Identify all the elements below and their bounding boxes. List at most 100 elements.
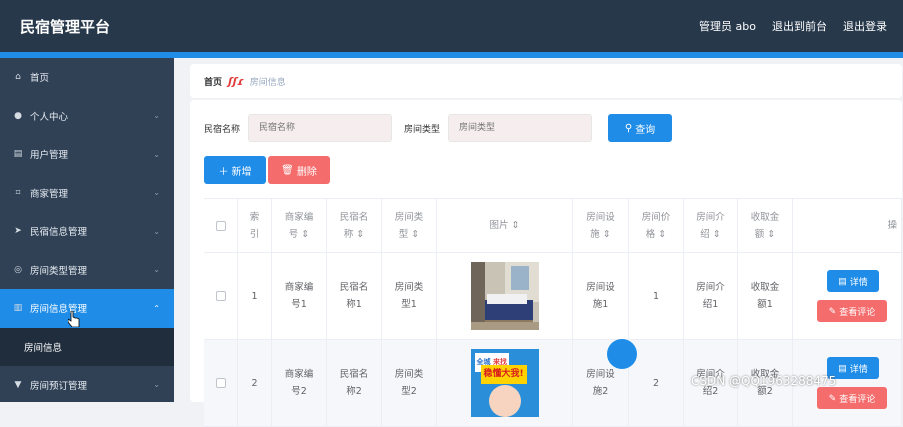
homestay-name-input[interactable]: [248, 114, 393, 142]
sidebar-item-label: 商家管理: [30, 188, 69, 200]
column-header-operation: 操: [793, 199, 902, 252]
select-all-checkbox[interactable]: [215, 220, 226, 231]
action-bar: ＋ 新增 🗑 删除: [204, 156, 332, 184]
breadcrumb-separator: ʃʃɾ: [228, 74, 244, 88]
sidebar-item-label: 个人中心: [30, 111, 69, 123]
view-reviews-button-label: 查看评论: [839, 393, 876, 404]
chevron-down-icon: ⌄: [153, 265, 160, 275]
chart-icon: ▥: [13, 303, 23, 314]
row-image-cell: 全城 来找 稳懂大我!: [437, 340, 573, 426]
admin-user-label: 管理员 abo: [699, 20, 756, 33]
document-icon: ▤: [838, 275, 847, 286]
poster-figure: [488, 385, 521, 417]
delete-button[interactable]: 🗑 删除: [268, 156, 330, 184]
column-header-index[interactable]: 索 引: [238, 199, 272, 252]
search-button[interactable]: ⚲ 查询: [608, 114, 673, 142]
search-button-label: 查询: [635, 124, 656, 136]
row-merchant-no: 商家编 号1: [272, 253, 327, 339]
add-button-label: 新增: [231, 166, 252, 178]
column-header-image[interactable]: 图片 ⇕: [437, 199, 573, 252]
detail-button-label: 详情: [849, 276, 868, 287]
sidebar-item-room-info-management[interactable]: ▥ 房间信息管理 ⌃: [0, 289, 174, 328]
home-icon: ⌂: [15, 72, 21, 83]
poster-text-3: 稳: [483, 369, 493, 379]
breadcrumb-current: 房间信息: [249, 77, 286, 88]
chevron-up-icon: ⌃: [153, 303, 160, 313]
table-row[interactable]: 1 商家编 号1 民宿名 称1 房间类 型1 房间设 施1 1 房间介 绍1 收…: [204, 253, 902, 340]
view-reviews-button[interactable]: ✎ 查看评论: [817, 300, 887, 322]
row-image-cell: [437, 253, 573, 339]
chevron-down-icon: ⌄: [153, 380, 160, 390]
poster-headline: 稳懂大我!: [480, 365, 527, 384]
top-header: 民宿管理平台 管理员 abo 退出到前台 退出登录: [0, 0, 903, 52]
column-header-facility[interactable]: 房间设 施 ⇕: [573, 199, 629, 252]
table-header-row: 索 引 商家编 号 ⇕ 民宿名 称 ⇕ 房间类 型 ⇕ 图片 ⇕ 房间设 施 ⇕…: [204, 199, 902, 253]
row-merchant-no: 商家编 号2: [272, 340, 327, 426]
breadcrumb: 首页 ʃʃɾ 房间信息: [190, 64, 902, 98]
row-select-cell: [204, 340, 238, 426]
edit-icon: ✎: [828, 305, 837, 316]
search-bar: 民宿名称 房间类型 ⚲ 查询: [204, 114, 673, 142]
mouse-cursor-icon: [68, 311, 80, 327]
delete-button-label: 删除: [296, 166, 317, 178]
plus-icon: ＋: [218, 166, 229, 178]
row-room-type: 房间类 型2: [382, 340, 437, 426]
content-panel: 民宿名称 房间类型 ⚲ 查询 ＋ 新增 🗑 删除 索 引 商家编 号: [190, 100, 902, 427]
row-amount: 收取金 额1: [738, 253, 793, 339]
row-checkbox[interactable]: [215, 291, 226, 301]
exit-to-frontend-link[interactable]: 退出到前台: [772, 18, 827, 34]
compass-icon: ◎: [14, 264, 22, 275]
row-index: 2: [238, 340, 272, 426]
row-price: 2: [629, 340, 684, 426]
detail-button-label: 详情: [849, 363, 868, 374]
sidebar-item-label: 首页: [30, 73, 50, 85]
column-header-homestay-name[interactable]: 民宿名 称 ⇕: [327, 199, 382, 252]
poster-text-4: 懂大我!: [492, 369, 524, 379]
sidebar-item-label: 用户管理: [30, 150, 69, 162]
column-header-intro[interactable]: 房间介 绍 ⇕: [684, 199, 738, 252]
column-header-merchant-no[interactable]: 商家编 号 ⇕: [272, 199, 327, 252]
app-title: 民宿管理平台: [20, 17, 111, 36]
sidebar-subitem-room-info[interactable]: 房间信息: [0, 327, 174, 366]
row-homestay-name: 民宿名 称1: [327, 253, 382, 339]
sidebar-item-homestay-management[interactable]: ➤ 民宿信息管理 ⌄: [0, 212, 174, 251]
bookmark-icon: ▼: [14, 379, 22, 390]
chevron-down-icon: ⌄: [153, 226, 160, 236]
chevron-down-icon: ⌄: [153, 111, 160, 121]
csdn-watermark: CSDN @QQ1963288475: [691, 374, 837, 388]
room-type-input[interactable]: [448, 114, 593, 142]
chevron-down-icon: ⌄: [153, 149, 160, 159]
sidebar-item-user-management[interactable]: ▤ 用户管理 ⌄: [0, 135, 174, 174]
sidebar-item-label: 民宿信息管理: [30, 227, 88, 239]
column-header-amount[interactable]: 收取金 额 ⇕: [738, 199, 793, 252]
row-select-cell: [204, 253, 238, 339]
breadcrumb-home[interactable]: 首页: [204, 75, 222, 88]
chevron-down-icon: ⌄: [153, 188, 160, 198]
sidebar: ⌂ 首页 ● 个人中心 ⌄ ▤ 用户管理 ⌄ ⌗ 商家管理 ⌄ ➤ 民宿信息管理…: [0, 58, 174, 402]
row-intro: 房间介 绍1: [684, 253, 738, 339]
room-thumbnail-image[interactable]: [470, 262, 539, 330]
trash-icon: 🗑: [281, 164, 294, 176]
logout-link[interactable]: 退出登录: [843, 18, 887, 34]
send-icon: ➤: [14, 226, 22, 237]
column-header-price[interactable]: 房间价 格 ⇕: [629, 199, 684, 252]
row-homestay-name: 民宿名 称2: [327, 340, 382, 426]
crop-icon: ⌗: [15, 187, 21, 198]
room-thumbnail-image[interactable]: 全城 来找 稳懂大我!: [470, 349, 539, 417]
search-icon: ⚲: [624, 122, 633, 134]
room-info-table: 索 引 商家编 号 ⇕ 民宿名 称 ⇕ 房间类 型 ⇕ 图片 ⇕ 房间设 施 ⇕…: [204, 198, 902, 427]
document-icon: ▤: [838, 362, 847, 373]
sidebar-item-room-type-management[interactable]: ◎ 房间类型管理 ⌄: [0, 251, 174, 290]
homestay-name-label: 民宿名称: [204, 124, 241, 135]
add-button[interactable]: ＋ 新增: [204, 156, 266, 184]
detail-button[interactable]: ▤ 详情: [827, 270, 879, 292]
view-reviews-button[interactable]: ✎ 查看评论: [817, 387, 887, 409]
room-type-label: 房间类型: [404, 124, 441, 135]
sidebar-item-room-booking-management[interactable]: ▼ 房间预订管理 ⌄: [0, 366, 174, 405]
floating-action-button[interactable]: [607, 339, 637, 369]
column-header-room-type[interactable]: 房间类 型 ⇕: [382, 199, 437, 252]
row-checkbox[interactable]: [215, 378, 226, 388]
sidebar-item-personal-center[interactable]: ● 个人中心 ⌄: [0, 97, 174, 136]
sidebar-item-merchant-management[interactable]: ⌗ 商家管理 ⌄: [0, 174, 174, 213]
sidebar-item-home[interactable]: ⌂ 首页: [0, 58, 174, 97]
